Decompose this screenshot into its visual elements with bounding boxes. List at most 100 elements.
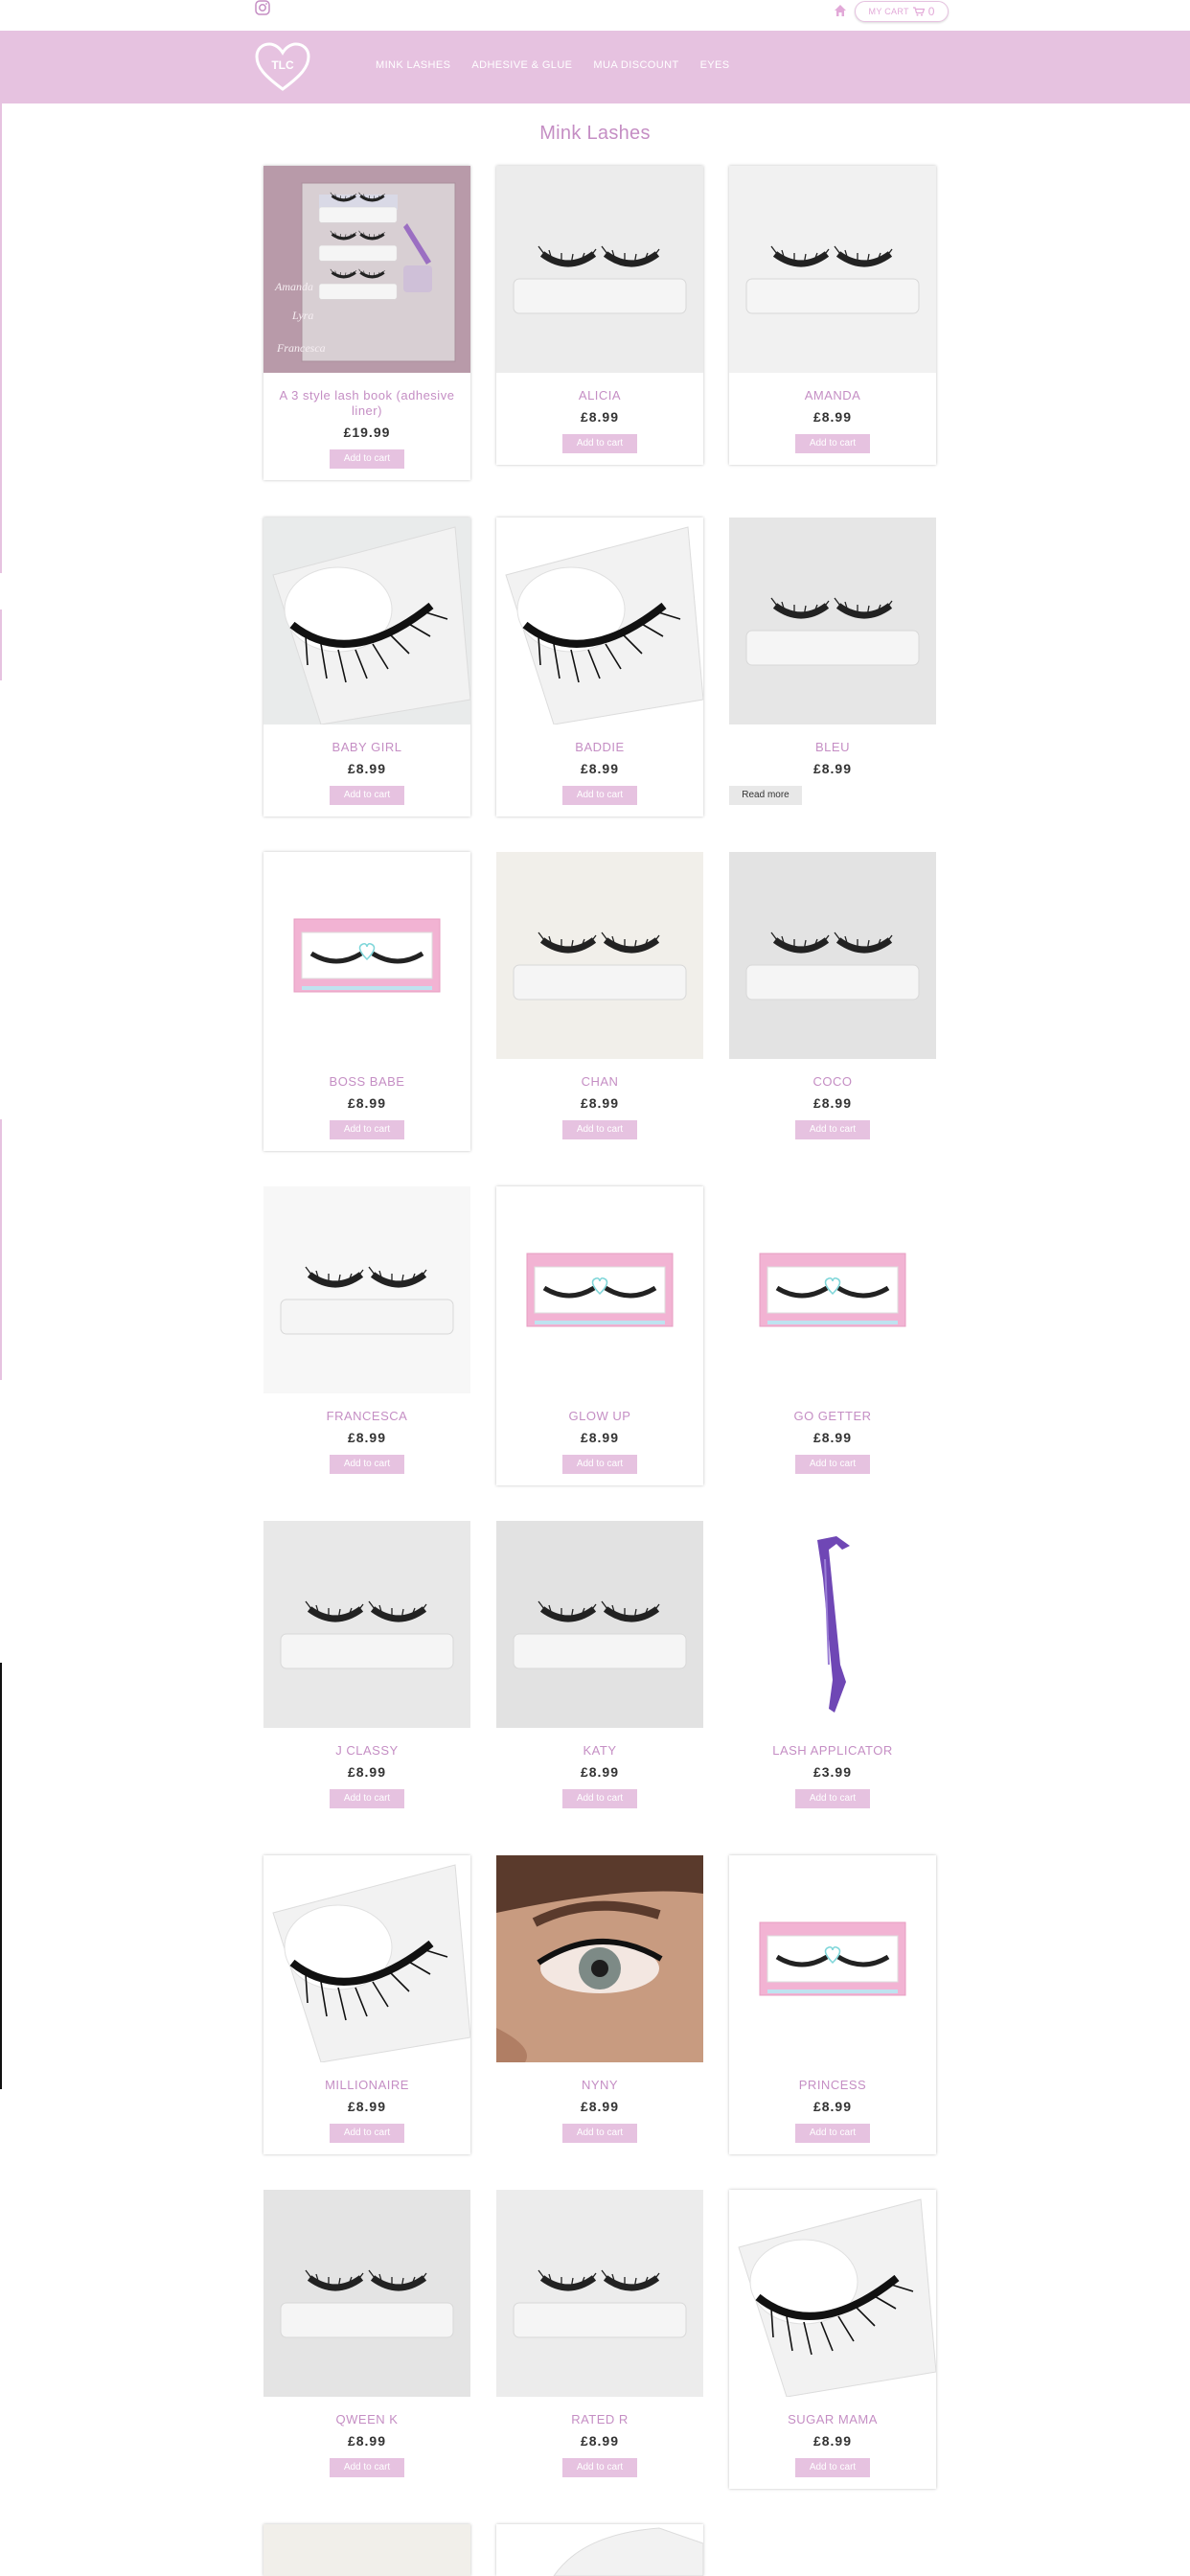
add-to-cart-button[interactable]: Add to cart xyxy=(562,1120,637,1139)
left-edge-line xyxy=(0,104,2,573)
product-image[interactable] xyxy=(496,1186,703,1393)
instagram-icon[interactable] xyxy=(255,0,270,15)
add-to-cart-button[interactable]: Add to cart xyxy=(562,1455,637,1474)
product-name[interactable]: ALICIA xyxy=(496,388,703,403)
add-to-cart-button[interactable]: Add to cart xyxy=(795,2458,870,2477)
add-to-cart-button[interactable]: Add to cart xyxy=(562,2458,637,2477)
add-to-cart-button[interactable]: Add to cart xyxy=(795,434,870,453)
product-name[interactable]: GLOW UP xyxy=(496,1409,703,1424)
product-image[interactable]: Amanda Lyra Francesca xyxy=(263,166,470,373)
add-to-cart-button[interactable]: Add to cart xyxy=(330,2458,404,2477)
product-image[interactable] xyxy=(263,518,470,724)
add-to-cart-button[interactable]: Add to cart xyxy=(330,1455,404,1474)
cart-button[interactable]: MY CART 0 xyxy=(855,1,949,22)
product-card[interactable]: AMANDA £8.99 Add to cart xyxy=(729,166,936,465)
product-name[interactable]: GO GETTER xyxy=(729,1409,936,1424)
product-name[interactable]: LASH APPLICATOR xyxy=(729,1743,936,1759)
product-card[interactable]: QWEEN K £8.99 Add to cart xyxy=(263,2190,470,2489)
add-to-cart-button[interactable]: Add to cart xyxy=(795,1455,870,1474)
product-card[interactable]: FRANCESCA £8.99 Add to cart xyxy=(263,1186,470,1485)
product-name[interactable]: A 3 style lash book (adhesive liner) xyxy=(263,388,470,419)
add-to-cart-button[interactable]: Add to cart xyxy=(562,434,637,453)
product-card[interactable]: BADDIE £8.99 Add to cart xyxy=(496,518,703,816)
product-card[interactable]: GO GETTER £8.99 Add to cart xyxy=(729,1186,936,1485)
add-to-cart-button[interactable]: Add to cart xyxy=(330,1789,404,1808)
product-card[interactable]: ALICIA £8.99 Add to cart xyxy=(496,166,703,465)
add-to-cart-button[interactable]: Add to cart xyxy=(795,1789,870,1808)
product-image[interactable] xyxy=(496,2190,703,2397)
product-image[interactable] xyxy=(496,166,703,373)
left-edge-line xyxy=(0,1663,2,2089)
product-card[interactable]: NYNY £8.99 Add to cart xyxy=(496,1855,703,2154)
product-name[interactable]: BABY GIRL xyxy=(263,740,470,755)
product-image[interactable] xyxy=(263,852,470,1059)
add-to-cart-button[interactable]: Add to cart xyxy=(330,2124,404,2143)
product-card[interactable]: GLOW UP £8.99 Add to cart xyxy=(496,1186,703,1485)
nav-mua-discount[interactable]: MUA DISCOUNT xyxy=(593,59,678,71)
product-name[interactable]: FRANCESCA xyxy=(263,1409,470,1424)
read-more-button[interactable]: Read more xyxy=(729,786,802,805)
product-card[interactable]: LASH APPLICATOR £3.99 Add to cart xyxy=(729,1521,936,1820)
add-to-cart-button[interactable]: Add to cart xyxy=(330,1120,404,1139)
product-image[interactable] xyxy=(263,1521,470,1728)
product-name[interactable]: AMANDA xyxy=(729,388,936,403)
add-to-cart-button[interactable]: Add to cart xyxy=(330,786,404,805)
add-to-cart-button[interactable]: Add to cart xyxy=(562,2124,637,2143)
product-name[interactable]: SUGAR MAMA xyxy=(729,2412,936,2427)
product-image[interactable] xyxy=(263,2190,470,2397)
product-image[interactable] xyxy=(729,166,936,373)
product-card[interactable] xyxy=(263,2524,470,2576)
product-card[interactable]: KATY £8.99 Add to cart xyxy=(496,1521,703,1820)
product-name[interactable]: COCO xyxy=(729,1074,936,1090)
product-price: £8.99 xyxy=(812,2099,853,2114)
add-to-cart-button[interactable]: Add to cart xyxy=(795,2124,870,2143)
product-name[interactable]: MILLIONAIRE xyxy=(263,2078,470,2093)
product-card[interactable]: BLEU £8.99 Read more xyxy=(729,518,936,816)
add-to-cart-button[interactable]: Add to cart xyxy=(562,1789,637,1808)
nav-mink-lashes[interactable]: MINK LASHES xyxy=(376,59,450,71)
product-image[interactable] xyxy=(263,1186,470,1393)
home-icon[interactable] xyxy=(834,4,847,17)
product-name[interactable]: BADDIE xyxy=(496,740,703,755)
product-card[interactable]: BOSS BABE £8.99 Add to cart xyxy=(263,852,470,1151)
product-card[interactable]: COCO £8.99 Add to cart xyxy=(729,852,936,1151)
product-image[interactable] xyxy=(496,2524,703,2576)
product-card[interactable] xyxy=(496,2524,703,2576)
product-name[interactable]: CHAN xyxy=(496,1074,703,1090)
product-name[interactable]: KATY xyxy=(496,1743,703,1759)
product-card[interactable]: J CLASSY £8.99 Add to cart xyxy=(263,1521,470,1820)
nav-adhesive-glue[interactable]: ADHESIVE & GLUE xyxy=(471,59,572,71)
product-price: £19.99 xyxy=(343,425,391,440)
product-card[interactable]: CHAN £8.99 Add to cart xyxy=(496,852,703,1151)
product-image[interactable] xyxy=(729,852,936,1059)
product-card[interactable]: SUGAR MAMA £8.99 Add to cart xyxy=(729,2190,936,2489)
product-card[interactable]: PRINCESS £8.99 Add to cart xyxy=(729,1855,936,2154)
product-image[interactable] xyxy=(263,1855,470,2062)
product-image[interactable] xyxy=(496,1855,703,2062)
product-name[interactable]: PRINCESS xyxy=(729,2078,936,2093)
product-card[interactable]: BABY GIRL £8.99 Add to cart xyxy=(263,518,470,816)
product-name[interactable]: RATED R xyxy=(496,2412,703,2427)
add-to-cart-button[interactable]: Add to cart xyxy=(795,1120,870,1139)
product-card[interactable]: MILLIONAIRE £8.99 Add to cart xyxy=(263,1855,470,2154)
product-image[interactable] xyxy=(496,852,703,1059)
add-to-cart-button[interactable]: Add to cart xyxy=(330,449,404,469)
product-image[interactable] xyxy=(729,1855,936,2062)
product-image[interactable] xyxy=(729,1186,936,1393)
product-name[interactable]: NYNY xyxy=(496,2078,703,2093)
product-image[interactable] xyxy=(729,1521,936,1728)
product-image[interactable] xyxy=(729,518,936,724)
product-image[interactable] xyxy=(729,2190,936,2397)
product-name[interactable]: BOSS BABE xyxy=(263,1074,470,1090)
product-price: £8.99 xyxy=(812,1095,853,1111)
product-image[interactable] xyxy=(496,518,703,724)
product-name[interactable]: BLEU xyxy=(729,740,936,755)
product-card[interactable]: RATED R £8.99 Add to cart xyxy=(496,2190,703,2489)
logo-heart-icon[interactable]: TLC xyxy=(255,42,310,92)
product-name[interactable]: J CLASSY xyxy=(263,1743,470,1759)
nav-eyes[interactable]: EYES xyxy=(700,59,730,71)
add-to-cart-button[interactable]: Add to cart xyxy=(562,786,637,805)
product-card[interactable]: Amanda Lyra Francesca A 3 style lash boo… xyxy=(263,166,470,480)
product-image[interactable] xyxy=(496,1521,703,1728)
product-name[interactable]: QWEEN K xyxy=(263,2412,470,2427)
